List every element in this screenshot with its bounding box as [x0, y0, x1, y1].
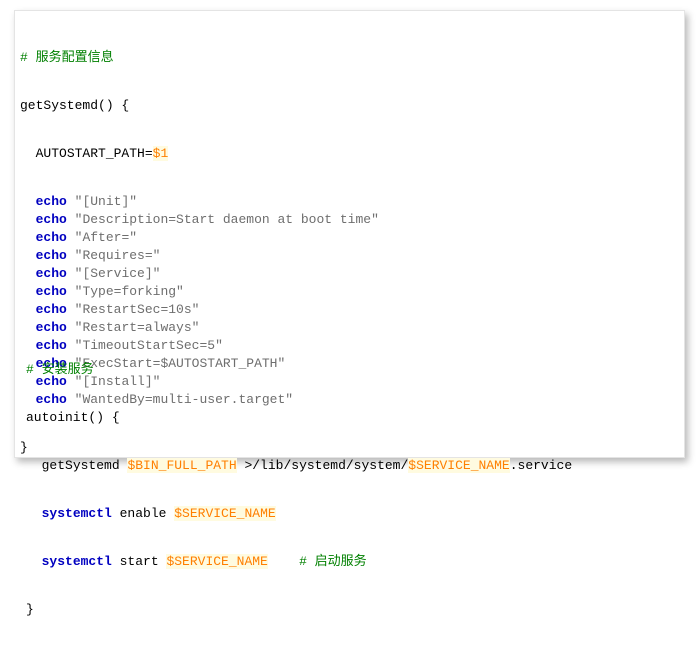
code-line-echo: echo "[Service]" — [20, 265, 379, 283]
echo-string: "After=" — [74, 230, 138, 245]
code-line-getsystemd-call: getSystemd $BIN_FULL_PATH >/lib/systemd/… — [26, 457, 572, 475]
keyword-echo: echo — [35, 302, 67, 317]
echo-string: "[Service]" — [74, 266, 161, 281]
code-line-autostart: AUTOSTART_PATH=$1 — [20, 145, 379, 163]
echo-string: "[Unit]" — [74, 194, 138, 209]
redirect-path: >/lib/systemd/system/ — [236, 458, 409, 473]
variable-bin-full-path: $BIN_FULL_PATH — [127, 458, 237, 473]
function-close-brace: } — [26, 602, 34, 617]
code-line-echo: echo "Requires=" — [20, 247, 379, 265]
echo-string: "Type=forking" — [74, 284, 184, 299]
variable-service-name: $SERVICE_NAME — [408, 458, 510, 473]
echo-string: "Description=Start daemon at boot time" — [74, 212, 379, 227]
keyword-echo: echo — [35, 194, 67, 209]
variable-arg1: $1 — [152, 146, 169, 161]
service-suffix: .service — [509, 458, 573, 473]
comment-install-service: # 安装服务 — [26, 362, 94, 377]
systemctl-start-action: start — [111, 554, 167, 569]
echo-string: "Requires=" — [74, 248, 161, 263]
function-declaration-getsystemd: getSystemd() { — [20, 98, 130, 113]
code-line-echo: echo "Description=Start daemon at boot t… — [20, 211, 379, 229]
code-block-install-service: # 安装服务 autoinit() { getSystemd $BIN_FULL… — [26, 331, 572, 649]
keyword-systemctl: systemctl — [41, 506, 112, 521]
function-declaration-autoinit: autoinit() { — [26, 410, 120, 425]
assignment-autostart-path: AUTOSTART_PATH= — [35, 146, 153, 161]
code-line-echo: echo "Type=forking" — [20, 283, 379, 301]
keyword-echo: echo — [35, 212, 67, 227]
keyword-echo: echo — [35, 230, 67, 245]
systemctl-enable-action: enable — [111, 506, 175, 521]
comment-start-service: # 启动服务 — [299, 554, 367, 569]
keyword-echo: echo — [35, 248, 67, 263]
comment-service-config: # 服务配置信息 — [20, 50, 114, 65]
code-line-echo: echo "RestartSec=10s" — [20, 301, 379, 319]
keyword-systemctl: systemctl — [41, 554, 112, 569]
echo-string: "RestartSec=10s" — [74, 302, 200, 317]
keyword-echo: echo — [35, 266, 67, 281]
code-line-echo: echo "[Unit]" — [20, 193, 379, 211]
command-getsystemd: getSystemd — [41, 458, 128, 473]
variable-service-name: $SERVICE_NAME — [166, 554, 268, 569]
code-line-echo: echo "After=" — [20, 229, 379, 247]
code-panel: # 服务配置信息 getSystemd() { AUTOSTART_PATH=$… — [14, 10, 685, 617]
keyword-echo: echo — [35, 284, 67, 299]
code-line-systemctl-start: systemctl start $SERVICE_NAME # 启动服务 — [26, 553, 572, 571]
code-line-systemctl-enable: systemctl enable $SERVICE_NAME — [26, 505, 572, 523]
variable-service-name: $SERVICE_NAME — [174, 506, 276, 521]
